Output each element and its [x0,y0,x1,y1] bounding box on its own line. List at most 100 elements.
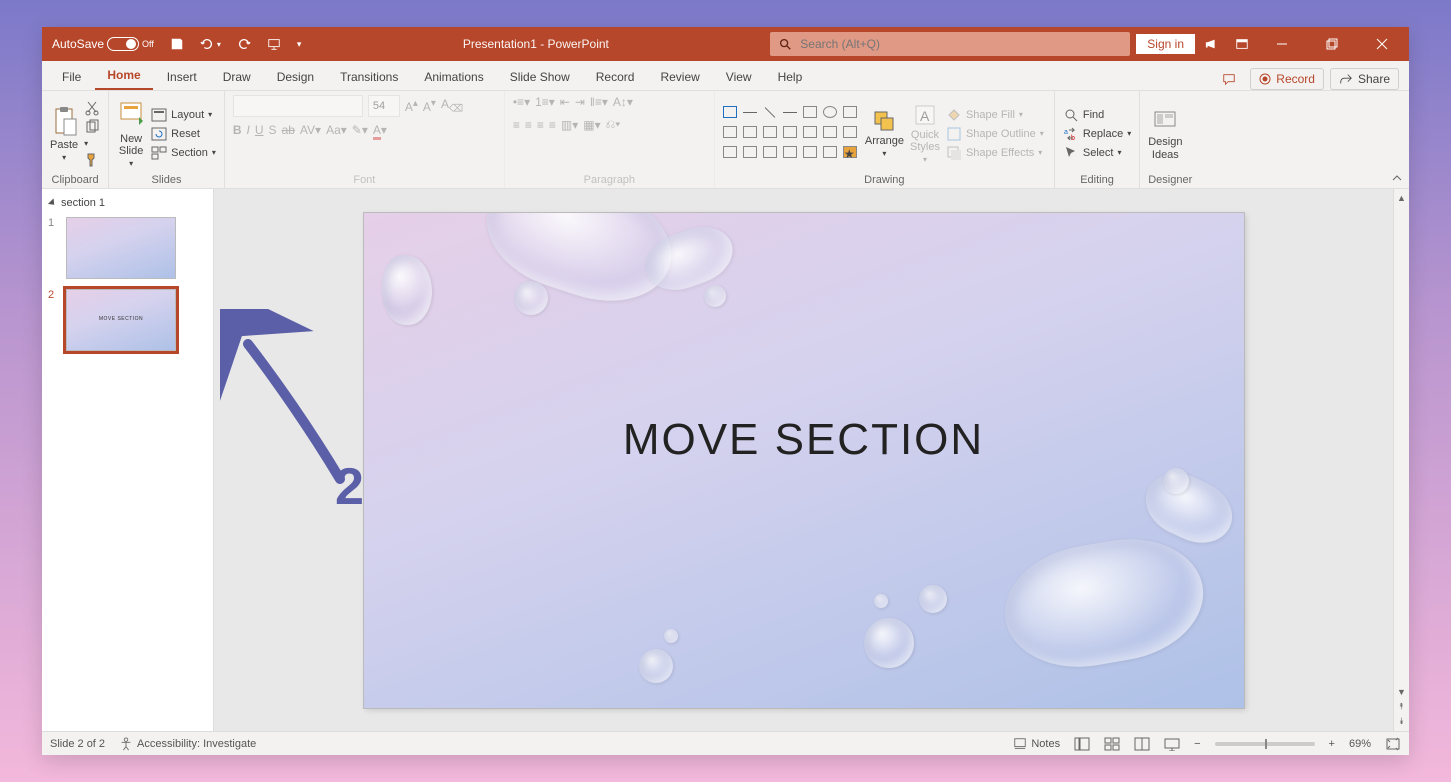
tab-insert[interactable]: Insert [155,64,209,90]
numbering-button[interactable]: 1≡▾ [535,95,555,109]
decrease-font-button[interactable]: A▾ [423,98,436,114]
sign-in-button[interactable]: Sign in [1136,34,1195,54]
change-case-button[interactable]: Aa▾ [326,123,347,137]
clear-formatting-button[interactable]: A⌫ [441,97,463,114]
bold-button[interactable]: B [233,123,242,137]
highlight-button[interactable]: ✎▾ [352,123,368,137]
minimize-button[interactable] [1259,27,1305,61]
tab-slide-show[interactable]: Slide Show [498,64,582,90]
shape-outline-button[interactable]: Shape Outline▾ [946,126,1044,142]
tab-home[interactable]: Home [95,62,152,90]
copy-button[interactable]: ▾ [84,119,100,149]
quick-styles-button[interactable]: A Quick Styles▾ [910,103,940,164]
font-name-input[interactable] [233,95,363,117]
justify-button[interactable]: ≡ [549,118,556,132]
tab-file[interactable]: File [50,64,93,90]
bullets-button[interactable]: •≡▾ [513,95,530,109]
slide-panel[interactable]: section 1 1 2 MOVE SECTION [42,189,214,731]
tab-draw[interactable]: Draw [211,64,263,90]
strikethrough-button[interactable]: ab [282,123,295,137]
ribbon-display-button[interactable] [1229,33,1255,55]
zoom-level[interactable]: 69% [1349,738,1371,750]
align-text-button[interactable]: ▦▾ [583,118,600,132]
tab-help[interactable]: Help [766,64,815,90]
view-reading-button[interactable] [1134,737,1150,751]
shape-fill-button[interactable]: Shape Fill▾ [946,107,1044,123]
shape-effects-button[interactable]: Shape Effects▾ [946,145,1044,161]
increase-font-button[interactable]: A▴ [405,98,418,114]
italic-button[interactable]: I [247,123,250,137]
thumbnail-slide-1[interactable]: 1 [48,217,207,279]
text-direction-button[interactable]: A↕▾ [613,95,633,109]
undo-button[interactable]: ▾ [194,33,227,55]
align-left-button[interactable]: ≡ [513,118,520,132]
reset-button[interactable]: Reset [151,126,216,142]
scroll-down-button[interactable]: ▼ [1395,685,1408,699]
thumbnail-slide-2[interactable]: 2 MOVE SECTION [48,289,207,351]
record-button[interactable]: Record [1250,68,1324,90]
zoom-in-button[interactable]: + [1329,738,1335,750]
format-painter-button[interactable] [84,152,100,168]
prev-slide-button[interactable]: ⯭ [1397,699,1406,714]
save-button[interactable] [164,33,190,55]
zoom-slider[interactable] [1215,742,1315,746]
present-from-start-button[interactable] [261,33,287,55]
section-button[interactable]: Section▾ [151,145,216,161]
search-input[interactable] [800,37,1122,51]
autosave-toggle[interactable]: AutoSave Off [46,33,160,55]
slide-title[interactable]: MOVE SECTION [364,415,1244,465]
font-color-button[interactable]: A▾ [373,123,387,137]
view-sorter-button[interactable] [1104,737,1120,751]
share-button[interactable]: Share [1330,68,1399,90]
increase-indent-button[interactable]: ⇥ [575,95,585,109]
tab-record[interactable]: Record [584,64,647,90]
tab-view[interactable]: View [714,64,764,90]
tab-design[interactable]: Design [265,64,326,90]
char-spacing-button[interactable]: AV▾ [300,123,321,137]
line-spacing-button[interactable]: ‖≡▾ [590,95,608,109]
collapse-ribbon-button[interactable] [1391,172,1403,184]
columns-button[interactable]: ▥▾ [561,118,578,132]
new-slide-button[interactable]: New Slide ▾ [117,99,145,168]
tab-animations[interactable]: Animations [412,64,495,90]
accessibility-status[interactable]: Accessibility: Investigate [119,737,256,751]
redo-button[interactable] [231,33,257,55]
zoom-out-button[interactable]: − [1194,738,1200,750]
slide-counter[interactable]: Slide 2 of 2 [50,738,105,750]
scroll-up-button[interactable]: ▲ [1395,191,1408,205]
font-size-input[interactable] [368,95,400,117]
slide-editor[interactable]: MOVE SECTION [214,189,1393,731]
vertical-scrollbar[interactable]: ▲ ▼ ⯭ ⯯ [1393,189,1409,731]
search-box[interactable] [770,32,1130,56]
align-center-button[interactable]: ≡ [525,118,532,132]
fit-to-window-button[interactable] [1385,737,1401,751]
select-button[interactable]: Select▾ [1063,145,1131,161]
find-button[interactable]: Find [1063,107,1131,123]
section-header[interactable]: section 1 [48,195,207,211]
slide-canvas[interactable]: MOVE SECTION [364,213,1244,708]
coming-soon-button[interactable] [1199,33,1225,55]
cut-button[interactable] [84,100,100,116]
replace-button[interactable]: abReplace ▾ [1063,126,1131,142]
comments-button[interactable] [1214,69,1244,89]
layout-button[interactable]: Layout▾ [151,107,216,123]
smartart-button[interactable]: ⎌▾ [606,117,621,132]
maximize-button[interactable] [1309,27,1355,61]
arrange-button[interactable]: Arrange▾ [865,109,904,158]
view-normal-button[interactable] [1074,737,1090,751]
close-button[interactable] [1359,27,1405,61]
underline-button[interactable]: U [255,123,264,137]
decrease-indent-button[interactable]: ⇤ [560,95,570,109]
view-slideshow-button[interactable] [1164,737,1180,751]
qat-customize[interactable]: ▾ [291,35,308,54]
align-right-button[interactable]: ≡ [537,118,544,132]
group-slides: New Slide ▾ Layout▾ Reset Section▾ [109,91,225,188]
notes-button[interactable]: Notes [1013,737,1060,751]
shapes-gallery[interactable]: ★ [723,106,859,162]
shadow-button[interactable]: S [269,123,277,137]
tab-transitions[interactable]: Transitions [328,64,410,90]
tab-review[interactable]: Review [648,64,711,90]
design-ideas-button[interactable]: Design Ideas [1148,106,1182,160]
paste-button[interactable]: Paste ▾ [50,105,78,162]
next-slide-button[interactable]: ⯯ [1397,714,1406,729]
